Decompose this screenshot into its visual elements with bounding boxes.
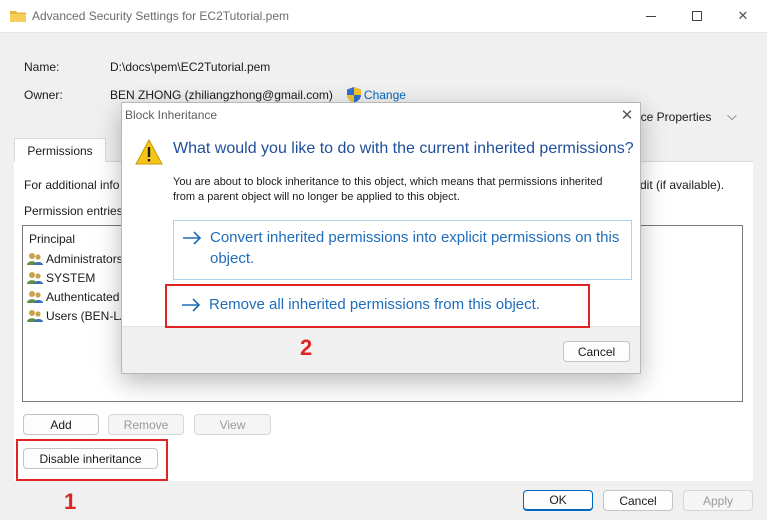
owner-label: Owner: [24,88,63,102]
annotation-step-1: 1 [64,489,77,514]
permission-entries-label: Permission entries [24,204,123,218]
remove-button[interactable]: Remove [108,414,184,435]
resource-properties-label[interactable]: urce Properties [630,110,711,124]
list-item[interactable]: Administrators [27,252,123,266]
title-bar: Advanced Security Settings for EC2Tutori… [0,0,767,32]
warning-icon [135,139,163,165]
dialog-title: Block Inheritance [125,108,218,122]
convert-inherited-permissions-option[interactable]: Convert inherited permissions into expli… [173,220,632,280]
users-icon [27,272,43,284]
add-button[interactable]: Add [23,414,99,435]
shield-icon [346,87,361,103]
dialog-close-button[interactable]: ✕ [616,104,638,126]
tab-label: Permissions [27,143,93,158]
ok-button[interactable]: OK [523,490,593,511]
close-button[interactable]: ✕ [720,0,766,32]
tab-permissions[interactable]: Permissions [14,138,106,162]
maximize-button[interactable] [674,0,720,32]
list-item[interactable]: Users (BEN-LA [27,309,128,323]
principal-name: Users (BEN-LA [46,309,129,323]
list-item[interactable]: Authenticated [27,290,119,304]
dialog-question: What would you like to do with the curre… [173,140,634,157]
users-icon [27,291,43,303]
minimize-button[interactable] [628,0,674,32]
column-header-principal[interactable]: Principal [29,232,75,246]
additional-info-text-end: dit (if available). [640,178,725,192]
annotation-highlight-2 [165,284,590,328]
users-icon [27,253,43,265]
principal-name: Administrators [46,252,123,266]
cancel-button[interactable]: Cancel [603,490,673,511]
close-icon: ✕ [620,107,634,124]
users-icon [27,310,43,322]
annotation-highlight-1 [16,439,168,481]
name-value: D:\docs\pem\EC2Tutorial.pem [110,60,271,74]
owner-value: BEN ZHONG (zhiliangzhong@gmail.com) [110,88,333,102]
view-button[interactable]: View [194,414,271,435]
name-label: Name: [24,60,60,74]
dialog-description: You are about to block inheritance to th… [173,176,603,203]
close-icon: ✕ [737,8,749,23]
arrow-right-icon [183,231,202,245]
window-title: Advanced Security Settings for EC2Tutori… [32,9,290,23]
chevron-down-icon[interactable]: ⌵ [727,108,737,124]
block-inheritance-dialog: Block Inheritance ✕ What would you like … [121,102,641,374]
apply-button[interactable]: Apply [683,490,753,511]
option-label: Convert inherited permissions into expli… [210,229,620,267]
change-link-label: Change [363,88,406,102]
additional-info-text: For additional info [24,178,120,192]
maximize-icon [692,11,702,21]
list-item[interactable]: SYSTEM [27,271,95,285]
principal-name: Authenticated [46,290,120,304]
folder-icon [10,11,26,22]
principal-name: SYSTEM [46,271,96,285]
owner-row: BEN ZHONG (zhiliangzhong@gmail.com) Chan… [110,87,406,103]
dialog-cancel-button[interactable]: Cancel [563,341,630,362]
annotation-step-2: 2 [300,335,313,360]
minimize-icon [646,15,656,17]
change-owner-link[interactable]: Change [346,87,406,103]
